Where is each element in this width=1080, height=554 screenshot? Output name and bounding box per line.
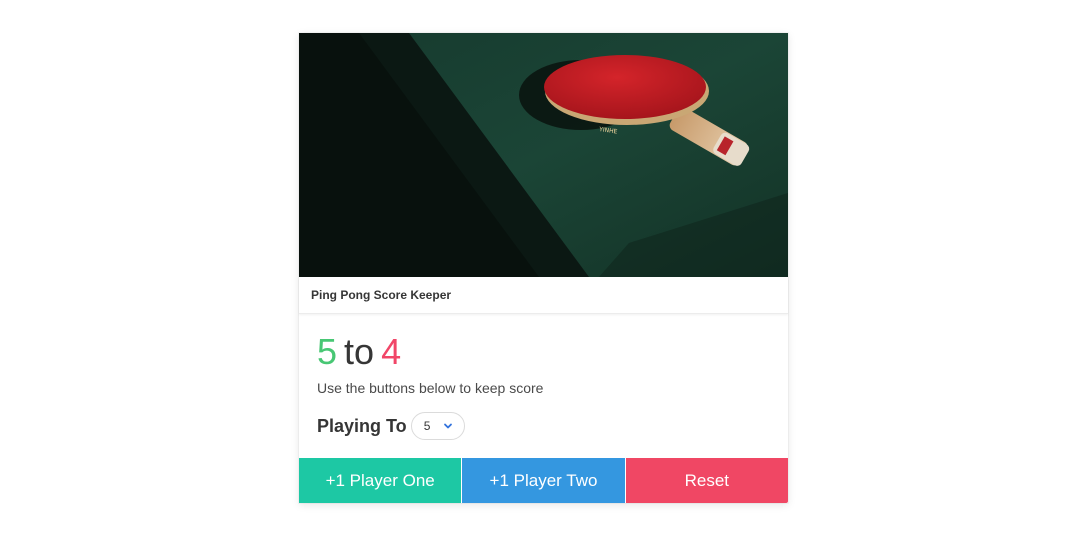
instructions-text: Use the buttons below to keep score [317, 380, 544, 396]
card-footer: +1 Player One +1 Player Two Reset [299, 458, 788, 503]
playing-to-label: Playing To [317, 415, 407, 436]
score-display: 5 to 4 [317, 332, 770, 372]
chevron-down-icon [443, 423, 452, 429]
card-content: 5 to 4 Use the buttons below to keep score… [299, 314, 788, 458]
score-separator: to [344, 331, 375, 372]
card-header-title: Ping Pong Score Keeper [299, 277, 788, 314]
player-one-plus-button[interactable]: +1 Player One [299, 458, 462, 503]
player-two-score: 4 [381, 331, 402, 372]
paddle-image: YINHE [299, 33, 788, 277]
playing-to-select[interactable]: 5 [410, 412, 465, 440]
player-one-score: 5 [317, 331, 338, 372]
playing-to-row: Playing To 5 [317, 412, 770, 440]
score-keeper-card: YINHE Ping Pong Score Keeper 5 to 4 Use th… [299, 33, 788, 503]
reset-button[interactable]: Reset [624, 458, 788, 503]
playing-to-selected-value: 5 [423, 419, 431, 433]
player-two-plus-button[interactable]: +1 Player Two [461, 458, 625, 503]
